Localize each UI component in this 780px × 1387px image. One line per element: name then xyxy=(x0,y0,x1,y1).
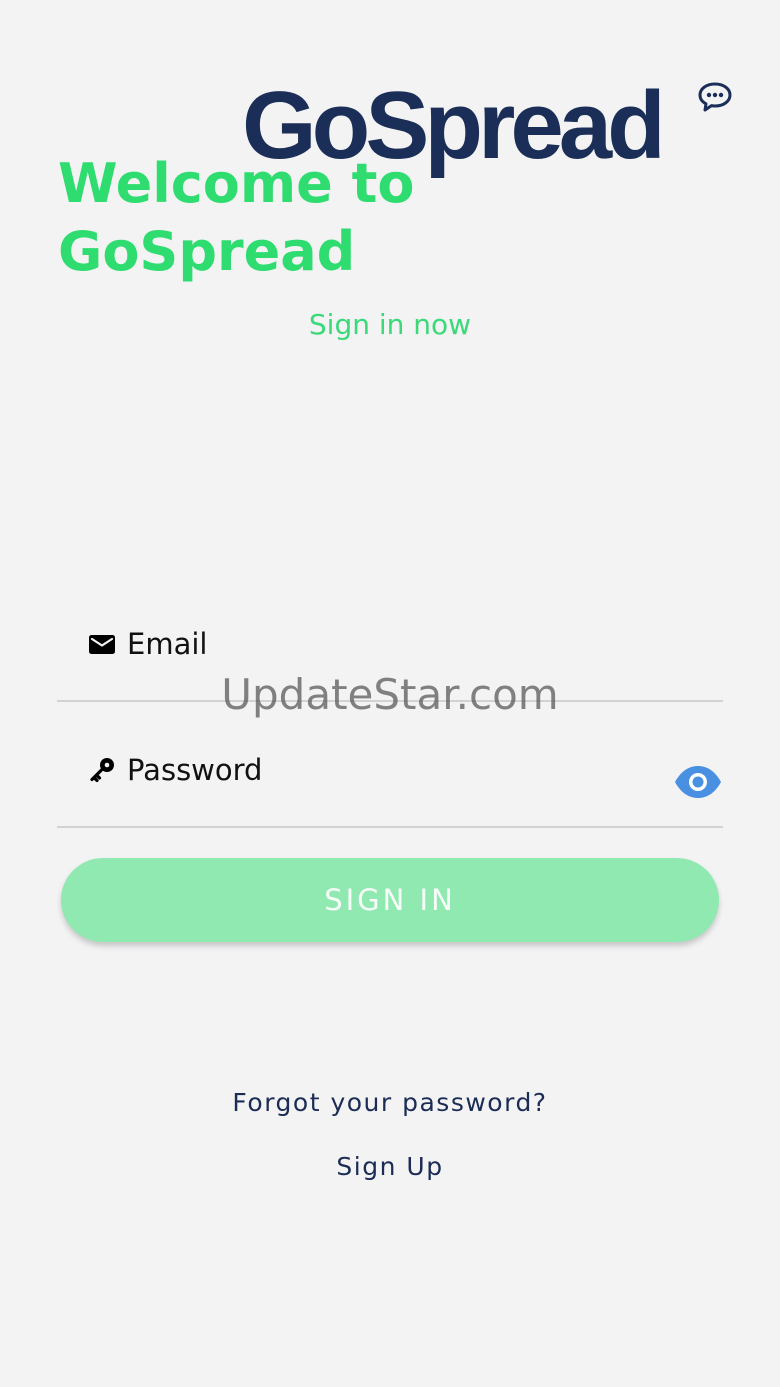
sign-in-subtitle: Sign in now xyxy=(308,308,472,341)
forgot-password-link[interactable]: Forgot your password? xyxy=(0,1088,780,1117)
mail-icon xyxy=(89,635,115,654)
email-field xyxy=(57,620,723,702)
email-input[interactable] xyxy=(127,622,647,666)
sign-in-button[interactable]: SIGN IN xyxy=(61,858,719,942)
key-icon xyxy=(90,758,114,783)
welcome-title: Welcome to GoSpread xyxy=(58,152,415,283)
sign-up-link[interactable]: Sign Up xyxy=(0,1152,780,1181)
password-field xyxy=(57,746,723,828)
speech-bubble-icon xyxy=(698,82,732,112)
eye-icon[interactable] xyxy=(673,762,723,802)
password-input[interactable] xyxy=(127,748,647,792)
